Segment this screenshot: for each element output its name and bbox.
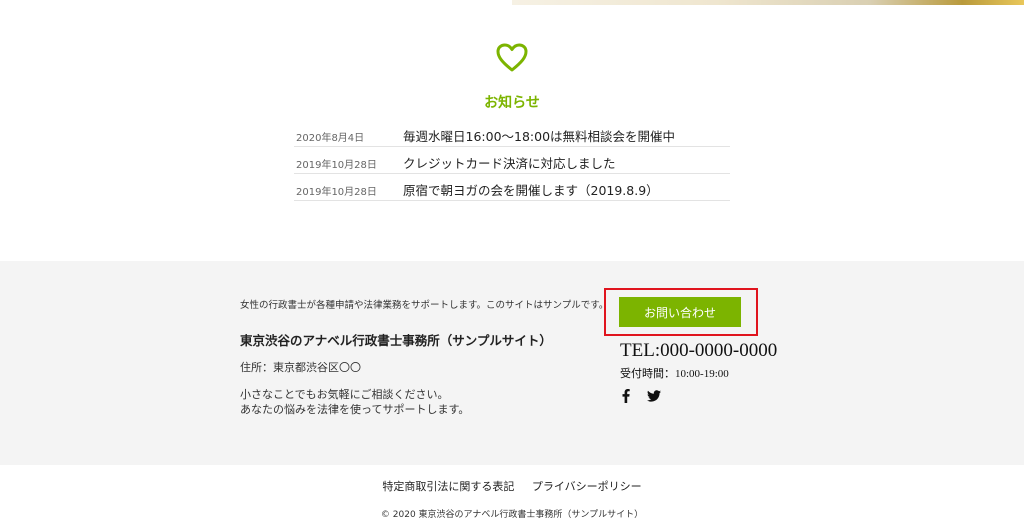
twitter-icon[interactable] [647, 389, 661, 403]
copyright: © 2020 東京渋谷のアナベル行政書士事務所（サンプルサイト） [380, 510, 644, 520]
footer-message: 小さなことでもお気軽にご相談ください。 あなたの悩みを法律を使ってサポートします… [240, 387, 469, 417]
phone-number: TEL:000-0000-0000 [620, 340, 778, 361]
tokushoho-link[interactable]: 特定商取引法に関する表記 [382, 480, 514, 493]
footer-tagline: 女性の行政書士が各種申請や法律業務をサポートします。このサイトはサンプルです。 [240, 300, 609, 311]
office-address: 住所：東京都渋谷区〇〇 [240, 361, 361, 374]
footer-message-line: 小さなことでもお気軽にご相談ください。 [240, 388, 449, 401]
office-name: 東京渋谷のアナベル行政書士事務所（サンプルサイト） [240, 333, 552, 348]
bottom-bar: 特定商取引法に関する表記 プライバシーポリシー © 2020 東京渋谷のアナベル… [0, 465, 1024, 525]
hero-image-edge [512, 0, 1024, 5]
footer-nav: 特定商取引法に関する表記 プライバシーポリシー [0, 478, 1024, 494]
footer-message-line: あなたの悩みを法律を使ってサポートします。 [240, 403, 470, 416]
news-item[interactable]: 2019年10月28日 原宿で朝ヨガの会を開催します（2019.8.9） [294, 174, 730, 201]
news-item[interactable]: 2019年10月28日 クレジットカード決済に対応しました [294, 147, 730, 174]
news-link[interactable]: クレジットカード決済に対応しました [403, 153, 616, 172]
news-item[interactable]: 2020年8月4日 毎週水曜日16:00〜18:00は無料相談会を開催中 [294, 120, 730, 147]
news-list: 2020年8月4日 毎週水曜日16:00〜18:00は無料相談会を開催中 201… [294, 120, 730, 201]
business-hours: 受付時間：10:00-19:00 [620, 368, 729, 380]
heart-outline-icon [496, 43, 528, 72]
news-link[interactable]: 原宿で朝ヨガの会を開催します（2019.8.9） [403, 180, 659, 199]
news-date: 2019年10月28日 [296, 187, 377, 198]
news-title: お知らせ [484, 95, 540, 111]
site-footer: 女性の行政書士が各種申請や法律業務をサポートします。このサイトはサンプルです。 … [0, 261, 1024, 465]
facebook-icon[interactable] [619, 389, 633, 403]
contact-button[interactable]: お問い合わせ [619, 297, 741, 327]
news-link[interactable]: 毎週水曜日16:00〜18:00は無料相談会を開催中 [403, 126, 675, 145]
news-date: 2019年10月28日 [296, 160, 377, 171]
news-date: 2020年8月4日 [296, 133, 365, 144]
privacy-policy-link[interactable]: プライバシーポリシー [532, 480, 642, 493]
social-links [619, 389, 661, 403]
